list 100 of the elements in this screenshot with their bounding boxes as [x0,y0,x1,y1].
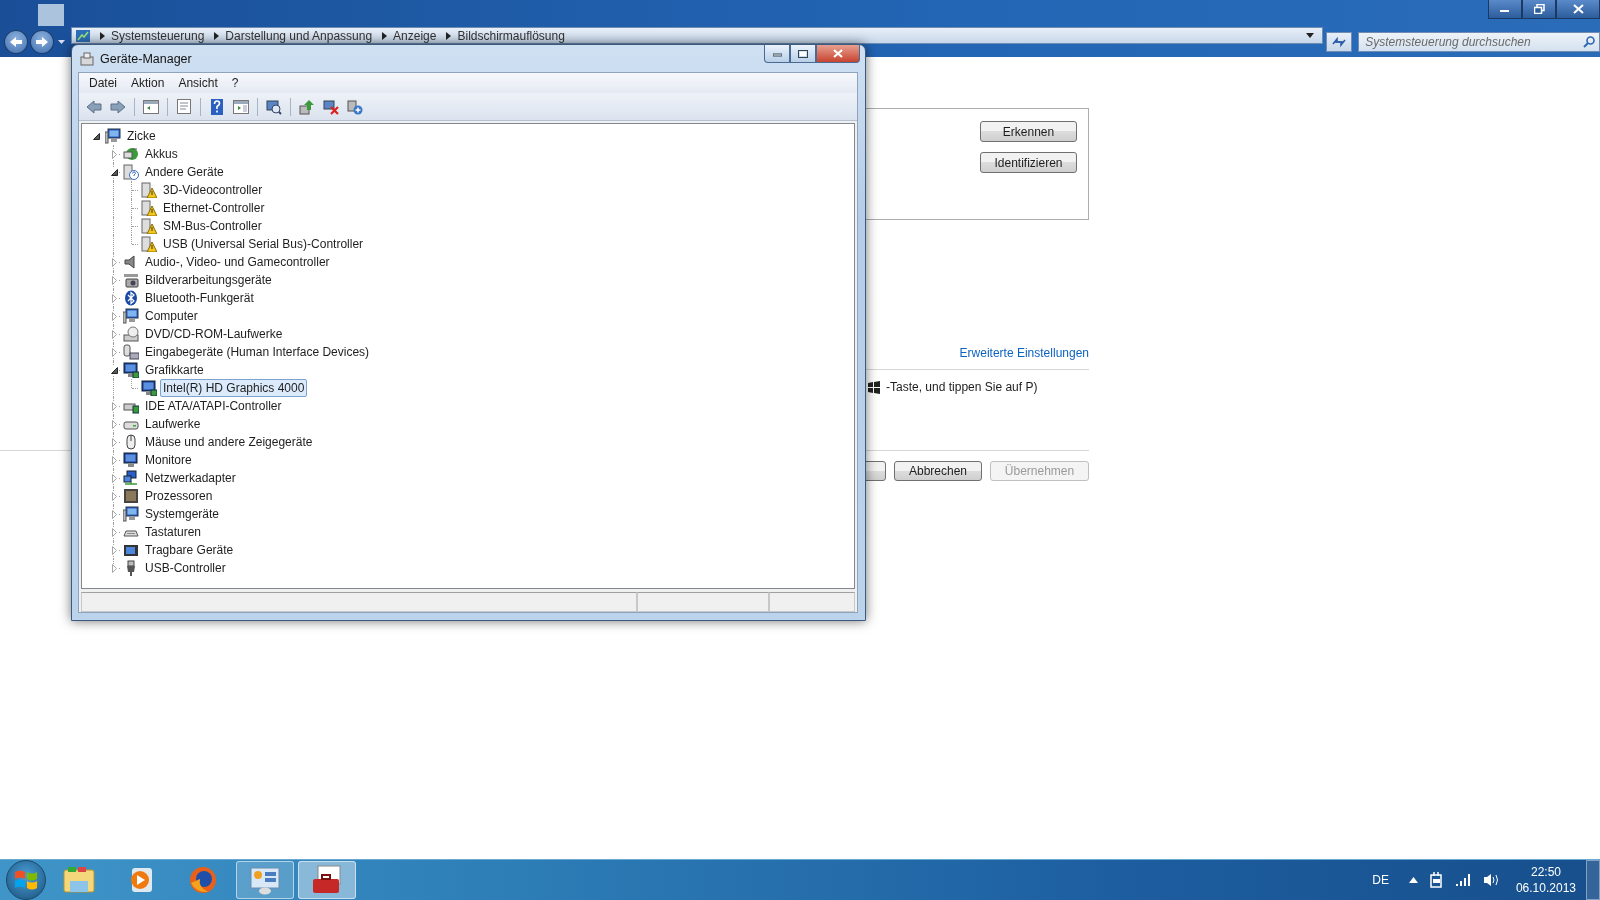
tree-item[interactable]: 3D-Videocontroller [160,181,266,199]
clock[interactable]: 22:50 06.10.2013 [1515,864,1576,896]
menu-item[interactable]: Datei [82,76,124,90]
dialog-button[interactable]: Erkennen [980,121,1077,142]
menu-item[interactable]: Ansicht [171,76,225,90]
tree-item[interactable]: Bluetooth-Funkgerät [142,289,257,307]
portable-device-icon [123,542,139,558]
tree-item[interactable]: Audio-, Video- und Gamecontroller [142,253,333,271]
tree-item[interactable]: Computer [142,307,201,325]
chevron-icon[interactable] [382,31,388,40]
back-button[interactable] [4,29,28,54]
minimize-button[interactable] [764,45,790,63]
close-icon [1572,4,1584,14]
warning-device-icon [141,236,157,252]
show-hidden-icons-button[interactable] [1408,877,1418,883]
chevron-icon[interactable] [214,31,220,40]
back-arrow-icon [86,99,102,114]
monitor-icon [141,380,157,396]
search-icon [1583,35,1595,48]
folder-icon [62,865,96,895]
monitor-icon [123,362,139,378]
language-indicator[interactable]: DE [1372,873,1389,887]
tree-item[interactable]: USB-Controller [142,559,229,577]
tree-item[interactable]: Andere Geräte [142,163,227,181]
breadcrumb-item[interactable]: Systemsteuerung [110,28,205,43]
windows-logo-icon [13,868,39,892]
chevron-icon[interactable] [99,31,105,40]
forward-button[interactable] [29,29,54,54]
tree-item[interactable]: Grafikkarte [142,361,207,379]
volume-icon[interactable] [1482,873,1500,887]
tree-item[interactable]: Bildverarbeitungsgeräte [142,271,275,289]
tree-item[interactable]: Akkus [142,145,181,163]
address-bar[interactable]: Systemsteuerung Darstellung und Anpassung Anzeige Bildschirmauflösung [70,27,1324,44]
tree-item[interactable]: Monitore [142,451,195,469]
breadcrumb-item[interactable]: Darstellung und Anpassung [225,28,373,43]
menu-item[interactable]: ? [224,76,246,90]
toolbox-icon [310,865,344,895]
taskbar-button[interactable] [298,861,356,899]
tree-item[interactable]: IDE ATA/ATAPI-Controller [142,397,285,415]
signal-icon[interactable] [1455,874,1471,886]
tree-item[interactable]: USB (Universal Serial Bus)-Controller [160,235,367,253]
camera-icon [123,272,139,288]
bluetooth-icon [123,290,139,306]
forward-arrow-icon [110,99,126,114]
tree-item[interactable]: Systemgeräte [142,505,223,523]
window-title: Geräte-Manager [100,51,192,66]
control-panel-icon [248,865,282,895]
chevron-icon[interactable] [446,31,452,40]
tree-item[interactable]: Tastaturen [142,523,205,541]
dialog-button[interactable]: Identifizieren [980,152,1077,173]
menu-item[interactable]: Aktion [124,76,172,90]
document-icon [177,99,191,114]
breadcrumb-item[interactable]: Anzeige [393,28,437,43]
dropdown-arrow-icon[interactable] [1306,33,1315,38]
show-desktop-button[interactable] [1586,860,1600,900]
tree-item[interactable]: Ethernet-Controller [160,199,268,217]
tree-item[interactable]: Intel(R) HD Graphics 4000 [160,379,308,397]
close-button[interactable] [816,45,860,63]
warning-device-icon [141,200,157,216]
monitor-icon [123,452,139,468]
tree-item[interactable]: DVD/CD-ROM-Laufwerke [142,325,286,343]
restore-icon [1533,4,1545,14]
remove-device-icon [323,98,339,115]
close-button[interactable] [1556,0,1600,19]
start-button[interactable] [6,860,46,900]
mouse-icon [123,434,139,450]
tree-item[interactable]: Eingabegeräte (Human Interface Devices) [142,343,373,361]
search-field[interactable]: Systemsteuerung durchsuchen [1358,31,1600,52]
tree-item[interactable]: Laufwerke [142,415,204,433]
refresh-button[interactable] [1326,31,1353,52]
add-device-icon [347,98,363,115]
maximize-button[interactable] [790,45,816,63]
control-panel-icon [75,29,90,42]
computer-icon [123,308,139,324]
power-icon[interactable] [1429,872,1444,888]
dropdown-arrow-icon[interactable] [57,39,65,44]
dialog-button[interactable]: Abbrechen [894,461,982,481]
computer-icon [123,506,139,522]
maximize-icon [798,49,808,58]
chip-icon [123,488,139,504]
breadcrumb-item[interactable]: Bildschirmauflösung [457,28,565,43]
advanced-settings-link[interactable]: Erweiterte Einstellungen [959,346,1089,362]
tree-item[interactable]: Mäuse und andere Zeigegeräte [142,433,316,451]
tree-item[interactable]: Netzwerkadapter [142,469,239,487]
computer-icon [105,128,121,144]
back-arrow-icon [9,35,23,48]
restore-button[interactable] [1522,0,1556,19]
refresh-icon [1331,34,1348,49]
tree-item[interactable]: Zicke [124,127,159,145]
help-icon [211,98,223,115]
minimize-button[interactable] [1488,0,1522,19]
tree-item[interactable]: Tragbare Geräte [142,541,237,559]
tree-item[interactable]: SM-Bus-Controller [160,217,265,235]
tree-item[interactable]: Prozessoren [142,487,216,505]
battery-icon [123,146,139,162]
question-device-icon [123,164,139,180]
computer-icon [79,51,95,66]
hint-text: -Taste, und tippen Sie auf P) [886,380,1038,394]
minimize-icon [772,50,782,57]
forward-arrow-icon [34,35,49,48]
